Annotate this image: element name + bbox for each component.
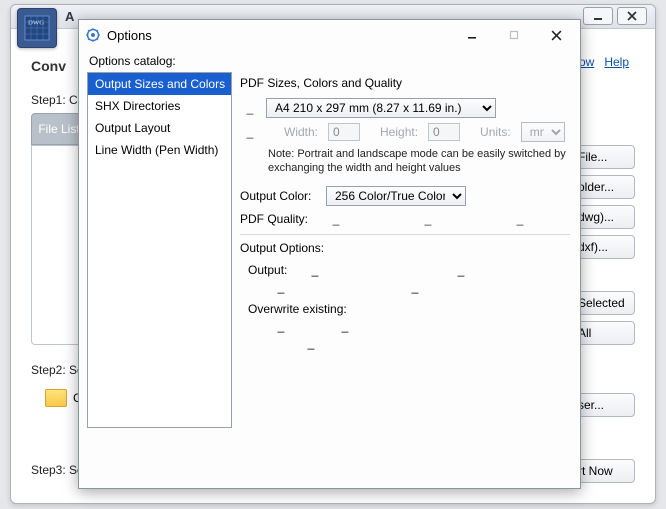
catalog-item-layout[interactable]: Output Layout bbox=[88, 117, 231, 139]
width-label: Width: bbox=[284, 125, 318, 139]
folder-icon bbox=[45, 389, 67, 407]
overwrite-label: Overwrite existing: bbox=[248, 302, 347, 316]
height-input bbox=[428, 123, 460, 141]
add-folder-button-label: older... bbox=[578, 180, 614, 194]
radio-placeholder-2: _ bbox=[240, 125, 260, 139]
dialog-maximize-button bbox=[496, 23, 532, 47]
app-title: A bbox=[65, 9, 74, 24]
pdf-sizes-title: PDF Sizes, Colors and Quality bbox=[240, 76, 570, 90]
quality-opt-1[interactable]: _ bbox=[326, 212, 346, 226]
pdf-quality-label: PDF Quality: bbox=[240, 212, 316, 226]
dialog-titlebar: Options bbox=[79, 20, 580, 50]
overwrite-opt-1[interactable]: _ bbox=[274, 319, 288, 333]
add-dxf-button-label: dxf)... bbox=[578, 240, 608, 254]
overwrite-opt-3[interactable]: _ bbox=[304, 336, 318, 350]
browse-button-label: ser... bbox=[578, 398, 604, 412]
output-color-label: Output Color: bbox=[240, 189, 316, 203]
output-options-title: Output Options: bbox=[240, 241, 570, 255]
catalog-label: Options catalog: bbox=[89, 54, 572, 68]
options-catalog-list[interactable]: Output Sizes and Colors SHX Directories … bbox=[87, 72, 232, 428]
dialog-minimize-button[interactable] bbox=[454, 23, 490, 47]
overwrite-opt-2[interactable]: _ bbox=[338, 319, 352, 333]
options-dialog: Options Options catalog: Output Sizes an… bbox=[78, 19, 581, 489]
dialog-icon bbox=[85, 27, 101, 43]
options-panel: PDF Sizes, Colors and Quality _ A4 210 x… bbox=[238, 72, 572, 428]
dialog-close-button[interactable] bbox=[538, 23, 574, 47]
output-label: Output: bbox=[248, 263, 298, 277]
main-minimize-button[interactable] bbox=[583, 7, 613, 25]
paper-size-select[interactable]: A4 210 x 297 mm (8.27 x 11.69 in.) bbox=[266, 98, 496, 118]
remove-selected-button-label: Selected bbox=[578, 296, 625, 310]
divider bbox=[240, 234, 570, 235]
quality-opt-2[interactable]: _ bbox=[418, 212, 438, 226]
add-dwg-button-label: dwg)... bbox=[578, 210, 614, 224]
height-label: Height: bbox=[380, 125, 418, 139]
output-opt-3[interactable]: _ bbox=[274, 280, 288, 294]
help-link[interactable]: Help bbox=[604, 55, 629, 69]
app-logo-icon: DWG bbox=[17, 8, 57, 48]
radio-placeholder-1: _ bbox=[240, 101, 260, 115]
orientation-note: Note: Portrait and landscape mode can be… bbox=[268, 148, 570, 176]
convert-now-button-label: rt Now bbox=[578, 464, 613, 478]
quality-opt-3[interactable]: _ bbox=[510, 212, 530, 226]
catalog-item-linewidth[interactable]: Line Width (Pen Width) bbox=[88, 139, 231, 161]
add-file-button-label: File... bbox=[578, 150, 607, 164]
width-input bbox=[328, 123, 360, 141]
units-label: Units: bbox=[480, 125, 511, 139]
output-opt-1[interactable]: _ bbox=[308, 263, 322, 277]
dialog-title: Options bbox=[107, 28, 152, 43]
main-close-button[interactable] bbox=[617, 7, 647, 25]
conv-label: Conv bbox=[31, 58, 66, 74]
svg-text:DWG: DWG bbox=[28, 19, 44, 26]
catalog-item-shx[interactable]: SHX Directories bbox=[88, 95, 231, 117]
units-select: mm bbox=[521, 122, 565, 142]
output-opt-4[interactable]: _ bbox=[408, 280, 422, 294]
output-color-select[interactable]: 256 Color/True Colors bbox=[326, 186, 466, 206]
output-opt-2[interactable]: _ bbox=[454, 263, 468, 277]
catalog-item-output-sizes[interactable]: Output Sizes and Colors bbox=[88, 73, 231, 95]
